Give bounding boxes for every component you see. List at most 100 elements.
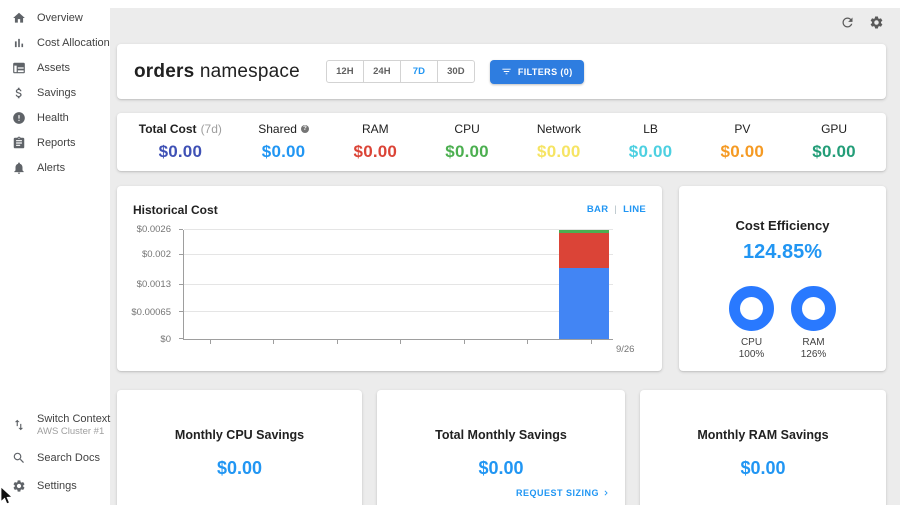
gridline bbox=[184, 229, 613, 230]
stat-label: Total Cost bbox=[139, 122, 197, 136]
sidebar-item-cost-allocation[interactable]: Cost Allocation bbox=[0, 30, 110, 55]
clipboard-icon bbox=[11, 135, 26, 150]
gridline bbox=[184, 254, 613, 255]
savings-card-value: $0.00 bbox=[377, 458, 625, 479]
namespace-name: orders bbox=[134, 61, 194, 82]
filters-button[interactable]: FILTERS (0) bbox=[490, 60, 584, 84]
savings-card-title: Total Monthly Savings bbox=[377, 428, 625, 442]
stat-value: $0.00 bbox=[329, 142, 421, 162]
donut-value: 100% bbox=[739, 349, 765, 361]
main-content: orders namespace 12H 24H 7D 30D FILTERS … bbox=[110, 8, 900, 505]
y-tick-mark bbox=[179, 338, 183, 339]
y-tick-mark bbox=[179, 284, 183, 285]
sidebar-item-savings[interactable]: Savings bbox=[0, 80, 110, 105]
time-range-7d[interactable]: 7D bbox=[400, 60, 438, 83]
time-range-12h[interactable]: 12H bbox=[326, 60, 364, 83]
chart-bar bbox=[559, 230, 608, 339]
x-tick-mark bbox=[210, 340, 211, 344]
filters-button-label: FILTERS (0) bbox=[518, 67, 573, 77]
savings-card-value: $0.00 bbox=[117, 458, 362, 479]
stat-label: CPU bbox=[454, 122, 479, 136]
stat-value: $0.00 bbox=[238, 142, 330, 162]
sidebar-item-overview[interactable]: Overview bbox=[0, 5, 110, 30]
stat-value: $0.00 bbox=[605, 142, 697, 162]
sidebar-item-label: Search Docs bbox=[37, 452, 100, 464]
stat-pv: PV $0.00 bbox=[696, 122, 788, 162]
sidebar-item-reports[interactable]: Reports bbox=[0, 130, 110, 155]
dollar-icon bbox=[11, 85, 26, 100]
cost-efficiency-card: Cost Efficiency 124.85% CPU 100% RAM 126… bbox=[679, 186, 886, 371]
stat-label-suffix: (7d) bbox=[201, 122, 222, 136]
efficiency-donuts: CPU 100% RAM 126% bbox=[679, 286, 886, 361]
gear-icon bbox=[11, 478, 26, 493]
bar-chart-icon bbox=[11, 35, 26, 50]
toggle-bar[interactable]: BAR bbox=[587, 204, 608, 215]
sidebar-item-assets[interactable]: Assets bbox=[0, 55, 110, 80]
x-tick-mark bbox=[273, 340, 274, 344]
stat-gpu: GPU $0.00 bbox=[788, 122, 880, 162]
sidebar-item-search-docs[interactable]: Search Docs bbox=[0, 445, 110, 470]
cost-summary-card: Total Cost (7d) $0.00 Shared ? $0.00 RAM… bbox=[117, 113, 886, 171]
stat-label: GPU bbox=[821, 122, 847, 136]
switch-context-label: Switch Context bbox=[37, 413, 110, 425]
savings-card-value: $0.00 bbox=[640, 458, 886, 479]
sidebar-item-alerts[interactable]: Alerts bbox=[0, 155, 110, 180]
stat-label: RAM bbox=[362, 122, 389, 136]
stat-cpu: CPU $0.00 bbox=[421, 122, 513, 162]
home-icon bbox=[11, 10, 26, 25]
sidebar-item-label: Reports bbox=[37, 137, 76, 149]
sidebar-item-switch-context[interactable]: Switch Context AWS Cluster #1 bbox=[0, 408, 110, 442]
time-range-30d[interactable]: 30D bbox=[437, 60, 475, 83]
sidebar-item-health[interactable]: Health bbox=[0, 105, 110, 130]
gear-icon[interactable] bbox=[869, 15, 884, 30]
monthly-ram-savings-card: Monthly RAM Savings $0.00 bbox=[640, 390, 886, 505]
stat-label: PV bbox=[734, 122, 750, 136]
sidebar: Overview Cost Allocation Assets Savings bbox=[0, 0, 110, 505]
monthly-cpu-savings-card: Monthly CPU Savings $0.00 bbox=[117, 390, 362, 505]
gridline bbox=[184, 284, 613, 285]
stat-value: $0.00 bbox=[123, 142, 238, 162]
stat-label: LB bbox=[643, 122, 658, 136]
info-icon[interactable]: ? bbox=[301, 125, 309, 133]
total-monthly-savings-card: Total Monthly Savings $0.00 REQUEST SIZI… bbox=[377, 390, 625, 505]
y-tick-label: $0.00065 bbox=[131, 308, 171, 318]
page-title: orders namespace bbox=[134, 61, 300, 83]
stat-label: Shared bbox=[258, 122, 297, 136]
request-sizing-link[interactable]: REQUEST SIZING bbox=[516, 488, 611, 498]
chart-title: Historical Cost bbox=[133, 203, 218, 217]
refresh-icon[interactable] bbox=[840, 15, 855, 30]
request-sizing-label: REQUEST SIZING bbox=[516, 488, 599, 498]
y-tick-mark bbox=[179, 229, 183, 230]
stat-value: $0.00 bbox=[696, 142, 788, 162]
sidebar-item-label: Health bbox=[37, 112, 69, 124]
ram-donut-chart bbox=[791, 286, 836, 331]
sidebar-item-label: Cost Allocation bbox=[37, 37, 110, 49]
x-tick-mark bbox=[591, 340, 592, 344]
swap-vertical-icon bbox=[11, 418, 26, 433]
stat-label: Network bbox=[537, 122, 581, 136]
namespace-header-card: orders namespace 12H 24H 7D 30D FILTERS … bbox=[117, 44, 886, 99]
y-tick-mark bbox=[179, 311, 183, 312]
current-cluster-label: AWS Cluster #1 bbox=[37, 426, 110, 438]
time-range-group: 12H 24H 7D 30D bbox=[326, 60, 475, 83]
bell-icon bbox=[11, 160, 26, 175]
chart-x-label: 9/26 bbox=[594, 344, 657, 355]
efficiency-value: 124.85% bbox=[679, 241, 886, 264]
chart-y-labels: $0$0.00065$0.0013$0.002$0.0026 bbox=[117, 230, 179, 340]
x-tick-mark bbox=[464, 340, 465, 344]
toggle-separator: | bbox=[614, 204, 617, 215]
time-range-24h[interactable]: 24H bbox=[363, 60, 401, 83]
search-icon bbox=[11, 450, 26, 465]
filter-icon bbox=[501, 66, 512, 77]
donut-label: CPU bbox=[741, 337, 762, 349]
x-tick-mark bbox=[337, 340, 338, 344]
toggle-line[interactable]: LINE bbox=[623, 204, 646, 215]
savings-card-title: Monthly CPU Savings bbox=[117, 428, 362, 442]
sidebar-footer: Switch Context AWS Cluster #1 Search Doc… bbox=[0, 408, 110, 501]
sidebar-item-label: Assets bbox=[37, 62, 70, 74]
sidebar-item-settings[interactable]: Settings bbox=[0, 473, 110, 498]
sidebar-item-label: Overview bbox=[37, 12, 83, 24]
y-tick-mark bbox=[179, 254, 183, 255]
error-circle-icon bbox=[11, 110, 26, 125]
stat-total-cost: Total Cost (7d) $0.00 bbox=[123, 122, 238, 162]
